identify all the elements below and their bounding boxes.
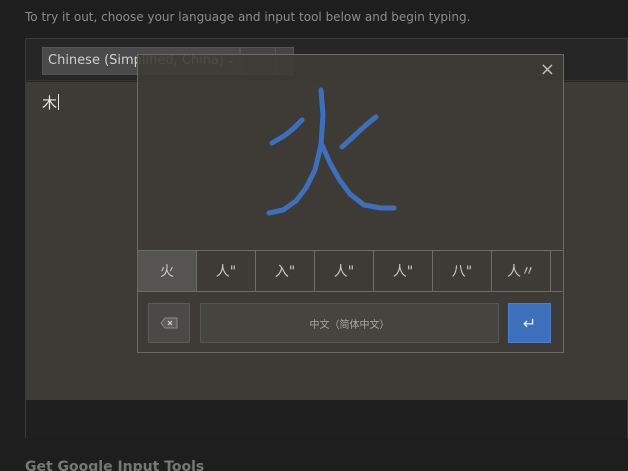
typed-text-container: 木 xyxy=(42,92,60,113)
candidate[interactable]: 八" xyxy=(433,251,492,291)
backspace-button[interactable] xyxy=(148,303,190,343)
ink-stroke xyxy=(266,87,326,216)
get-tools-heading: Get Google Input Tools xyxy=(25,459,205,471)
handwriting-canvas[interactable] xyxy=(138,55,563,250)
typed-text: 木 xyxy=(42,94,58,112)
panel-footer xyxy=(26,400,627,438)
candidate[interactable]: 人〃 xyxy=(492,251,551,291)
candidate[interactable]: 人" xyxy=(374,251,433,291)
candidate-bar: 火 人" 入" 人" 人" 八" 人〃 xyxy=(138,250,563,292)
candidate[interactable]: 人" xyxy=(197,251,256,291)
candidate[interactable]: 人" xyxy=(315,251,374,291)
backspace-icon xyxy=(160,317,178,329)
enter-icon: ↵ xyxy=(522,313,537,333)
enter-button[interactable]: ↵ xyxy=(508,303,551,343)
ink-stroke xyxy=(269,117,305,146)
candidate[interactable]: 入" xyxy=(256,251,315,291)
intro-text: To try it out, choose your language and … xyxy=(25,10,471,24)
handwriting-panel: × 火 人" 入" 人" 人" 八" 人〃 中文（简体中文） ↵ xyxy=(137,54,564,353)
text-caret xyxy=(58,94,60,110)
ink-stroke xyxy=(339,114,379,150)
close-icon[interactable]: × xyxy=(540,59,555,81)
candidate[interactable]: 火 xyxy=(138,251,197,291)
handwriting-controls: 中文（简体中文） ↵ xyxy=(138,293,563,352)
input-mode-button[interactable]: 中文（简体中文） xyxy=(200,303,499,343)
ink-stroke xyxy=(319,142,397,211)
